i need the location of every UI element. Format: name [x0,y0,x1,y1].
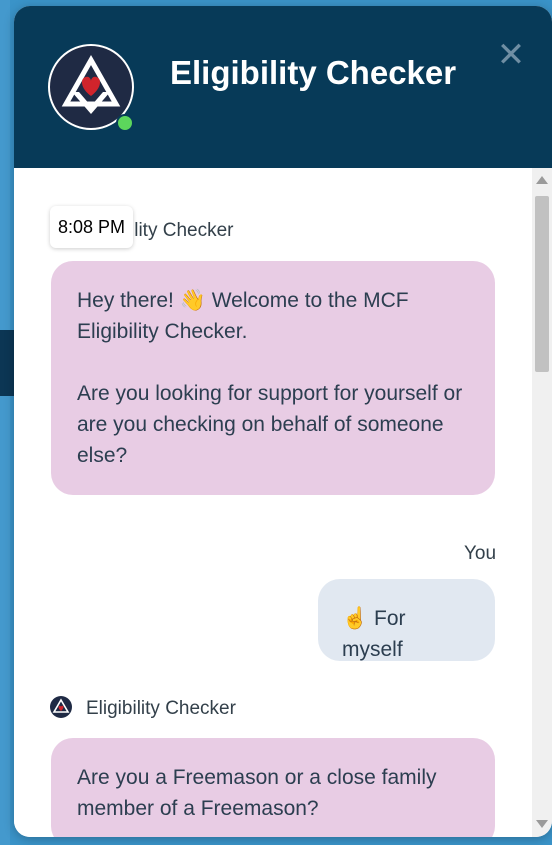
page-background-edge [0,0,10,845]
scroll-thumb[interactable] [535,196,549,372]
page-background-block [0,330,14,396]
online-status-icon [116,114,134,132]
bot-message-greeting: Hey there! 👋 Welcome to the MCF Eligibil… [77,288,409,343]
pointing-up-icon: ☝️ [342,606,369,630]
chat-widget: Eligibility Checker ✕ ility Checker 8:08… [14,6,552,837]
mcf-logo-small-icon [52,698,70,713]
chat-header: Eligibility Checker ✕ [14,6,552,168]
scroll-up-arrow-icon[interactable] [536,176,548,184]
chat-title: Eligibility Checker [170,54,457,91]
close-icon[interactable]: ✕ [496,38,526,72]
user-sender-label: You [464,543,497,564]
bot-sender-label-2: Eligibility Checker [86,698,236,719]
bot-message-question-2: Are you a Freemason or a close family me… [77,766,437,820]
chat-scrollbar[interactable] [532,168,552,837]
bot-message-bubble: Hey there! 👋 Welcome to the MCF Eligibil… [51,261,495,495]
message-timestamp: 8:08 PM [50,206,134,248]
bot-sender-label: ility Checker [130,220,234,241]
waving-hand-icon: 👋 [179,288,206,312]
bot-small-avatar [50,696,72,718]
bot-message-question: Are you looking for support for yourself… [77,382,463,467]
scroll-down-arrow-icon[interactable] [536,820,548,828]
message-list[interactable]: ility Checker 8:08 PM Hey there! 👋 Welco… [14,168,532,837]
bot-message-bubble-2: Are you a Freemason or a close family me… [51,738,495,837]
user-message-bubble: ☝️ For myself [318,579,495,661]
